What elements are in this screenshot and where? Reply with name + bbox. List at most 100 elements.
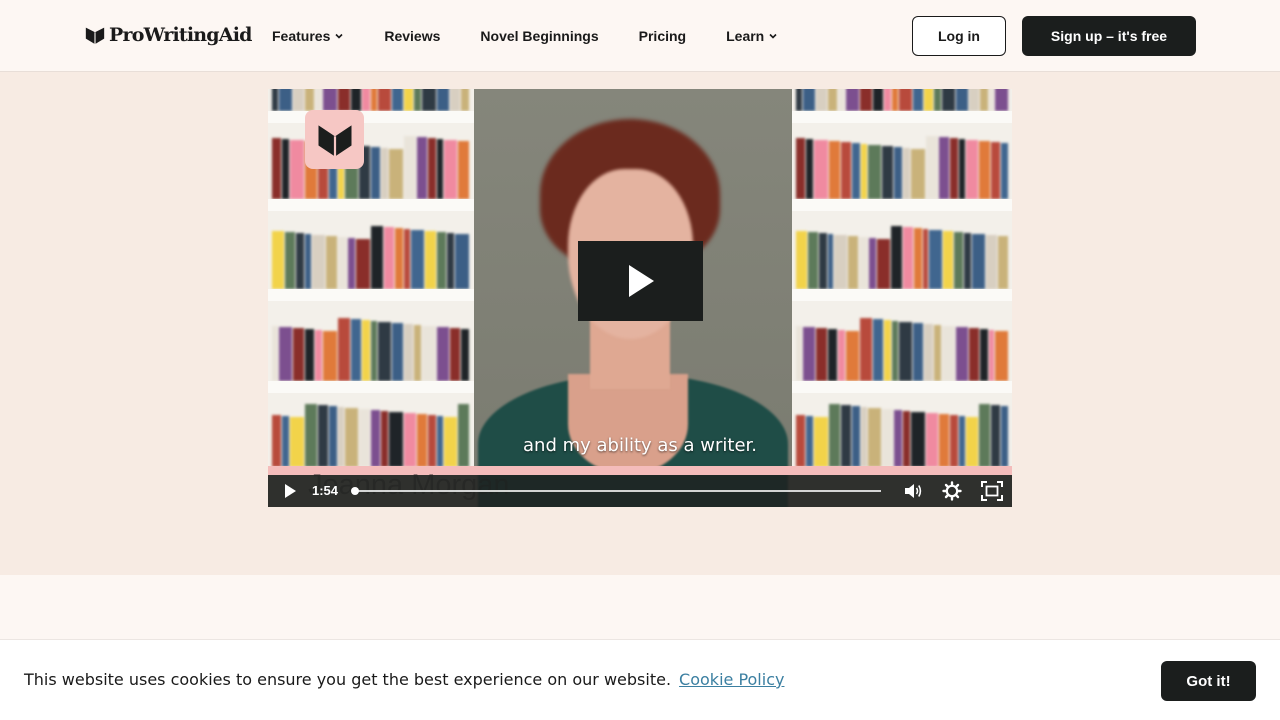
big-play-button[interactable] bbox=[578, 241, 703, 321]
book-spine bbox=[991, 142, 1001, 199]
book-spine bbox=[926, 136, 938, 199]
nav-features[interactable]: Features bbox=[272, 28, 344, 44]
book-spine bbox=[290, 140, 304, 199]
logo-text: ProWritingAid bbox=[109, 24, 252, 46]
book-spine bbox=[414, 325, 421, 381]
book-spine bbox=[988, 330, 995, 381]
book-spine bbox=[802, 89, 816, 111]
settings-button[interactable] bbox=[939, 475, 965, 507]
chevron-down-icon bbox=[769, 33, 777, 39]
signup-button[interactable]: Sign up – it's free bbox=[1022, 16, 1196, 56]
book-spine bbox=[392, 323, 403, 381]
book-spine bbox=[272, 138, 281, 199]
book-spine bbox=[899, 89, 912, 111]
nav-learn[interactable]: Learn bbox=[726, 28, 778, 44]
cookie-message: This website uses cookies to ensure you … bbox=[24, 670, 672, 689]
book-spine bbox=[934, 325, 941, 381]
book-spine bbox=[422, 89, 436, 111]
book-spine bbox=[941, 89, 956, 111]
book-spine bbox=[312, 235, 325, 289]
logo-mark-icon bbox=[318, 124, 351, 156]
book-spine bbox=[903, 227, 913, 289]
book-spine bbox=[796, 231, 808, 289]
main-nav: Features Reviews Novel Beginnings Pricin… bbox=[272, 0, 818, 72]
logo[interactable]: ProWritingAid bbox=[84, 24, 252, 46]
book-spine bbox=[455, 234, 469, 289]
video-player[interactable]: and my ability as a writer. Joanna Morga… bbox=[268, 89, 1012, 507]
book-spine bbox=[969, 328, 979, 381]
book-spine bbox=[914, 228, 922, 289]
nav-reviews[interactable]: Reviews bbox=[384, 28, 440, 44]
video-subtitle: and my ability as a writer. bbox=[523, 435, 757, 456]
book-spine bbox=[924, 89, 934, 111]
video-progress-bar[interactable] bbox=[351, 487, 881, 495]
shelf-board bbox=[268, 111, 474, 123]
book-spine bbox=[819, 233, 827, 289]
nav-pricing[interactable]: Pricing bbox=[639, 28, 686, 44]
shelf-board bbox=[792, 289, 1012, 301]
book-spine bbox=[305, 234, 311, 289]
book-spine bbox=[404, 229, 410, 289]
volume-icon bbox=[905, 484, 922, 498]
bookshelf-row bbox=[792, 219, 1012, 289]
book-spine bbox=[417, 137, 427, 199]
book-spine bbox=[998, 236, 1008, 289]
shelf-board bbox=[268, 381, 474, 393]
book-spine bbox=[816, 328, 828, 381]
book-spine bbox=[315, 89, 322, 111]
book-spine bbox=[872, 89, 883, 111]
book-spine bbox=[323, 331, 337, 381]
nav-features-label: Features bbox=[272, 28, 331, 44]
book-spine bbox=[351, 89, 361, 111]
book-spine bbox=[922, 229, 929, 289]
book-spine bbox=[828, 89, 837, 111]
bookshelf-row bbox=[268, 311, 474, 381]
book-spine bbox=[796, 89, 802, 111]
book-spine bbox=[371, 321, 377, 381]
bookshelf-row bbox=[268, 397, 474, 467]
book-spine bbox=[808, 232, 819, 289]
book-spine bbox=[285, 232, 295, 289]
book-spine bbox=[444, 140, 457, 199]
progress-knob[interactable] bbox=[351, 487, 359, 495]
book-spine bbox=[828, 141, 841, 199]
cookie-policy-link[interactable]: Cookie Policy bbox=[679, 670, 784, 689]
video-time: 1:54 bbox=[312, 483, 339, 498]
cookie-accept-button[interactable]: Got it! bbox=[1161, 661, 1256, 701]
book-spine bbox=[371, 147, 380, 199]
book-spine bbox=[338, 89, 350, 111]
shelf-board bbox=[792, 199, 1012, 211]
video-controls: 1:54 bbox=[268, 475, 1012, 507]
book-spine bbox=[979, 89, 988, 111]
book-spine bbox=[362, 89, 370, 111]
bookshelf-row bbox=[792, 89, 1012, 111]
book-spine bbox=[995, 331, 1009, 381]
nav-novel-beginnings[interactable]: Novel Beginnings bbox=[480, 28, 598, 44]
book-spine bbox=[985, 235, 998, 289]
book-spine bbox=[954, 232, 963, 289]
book-spine bbox=[816, 89, 828, 111]
play-icon bbox=[628, 265, 654, 297]
book-spine bbox=[881, 146, 893, 199]
cookie-banner: This website uses cookies to ensure you … bbox=[0, 639, 1280, 720]
nav-learn-label: Learn bbox=[726, 28, 765, 44]
book-spine bbox=[837, 330, 845, 381]
login-button[interactable]: Log in bbox=[912, 16, 1006, 56]
volume-button[interactable] bbox=[900, 475, 926, 507]
book-spine bbox=[351, 319, 361, 381]
nav-pricing-label: Pricing bbox=[638, 28, 687, 44]
book-spine bbox=[979, 329, 988, 381]
book-spine bbox=[969, 89, 979, 111]
book-spine bbox=[971, 234, 985, 289]
fullscreen-button[interactable] bbox=[978, 475, 1006, 507]
book-spine bbox=[841, 142, 852, 199]
logo-mark-icon bbox=[85, 27, 105, 45]
book-spine bbox=[428, 138, 436, 199]
book-spine bbox=[876, 239, 890, 289]
shelf-board bbox=[792, 111, 1012, 123]
book-spine bbox=[802, 327, 816, 381]
play-button[interactable] bbox=[276, 475, 304, 507]
book-spine bbox=[392, 89, 403, 111]
book-spine bbox=[979, 141, 991, 199]
book-spine bbox=[796, 138, 805, 199]
